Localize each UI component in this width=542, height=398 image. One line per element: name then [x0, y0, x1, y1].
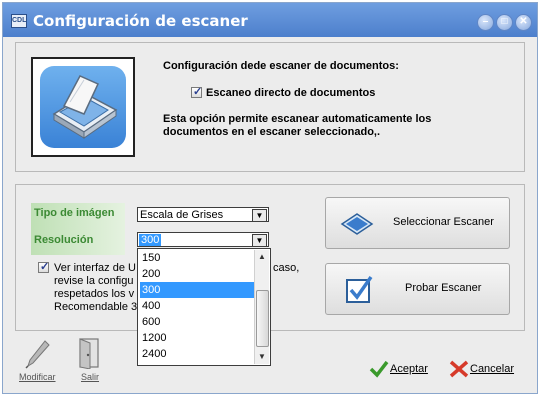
window-title: Configuración de escaner — [33, 12, 248, 30]
list-item[interactable]: 200 — [140, 266, 255, 282]
check-mark-icon: ✓ — [193, 86, 203, 98]
scanner-illustration-icon — [40, 66, 126, 148]
list-item-selected[interactable]: 300 — [140, 282, 255, 298]
list-item[interactable]: 2400 — [140, 346, 255, 362]
cancel-x-icon[interactable] — [449, 360, 469, 381]
show-ui-checkbox[interactable]: ✓ — [38, 261, 50, 273]
header-heading: Configuración dede escaner de documentos… — [163, 60, 399, 72]
scroll-down-icon[interactable]: ▼ — [255, 350, 269, 364]
resolution-value: 300 — [139, 234, 162, 246]
resolution-label: Resolución — [34, 234, 94, 246]
title-bar[interactable]: CDL Configuración de escaner – □ ✕ — [3, 3, 537, 37]
resolution-select[interactable]: 300 ▼ — [137, 232, 269, 247]
pen-icon[interactable] — [25, 339, 51, 372]
scanner-image-frame — [31, 57, 135, 157]
exit-door-icon[interactable] — [77, 337, 103, 372]
image-type-label: Tipo de imágen — [34, 207, 115, 219]
test-scanner-label: Probar Escaner — [405, 282, 482, 294]
test-scanner-button[interactable]: Probar Escaner — [325, 263, 510, 315]
chevron-down-icon[interactable]: ▼ — [252, 234, 267, 247]
scrollbar-thumb[interactable] — [256, 290, 269, 347]
check-mark-icon: ✓ — [40, 261, 50, 273]
checkbox-check-icon — [344, 274, 374, 307]
cancel-button[interactable]: Cancelar — [470, 363, 514, 375]
dropdown-scrollbar[interactable]: ▲ ▼ — [254, 250, 269, 364]
show-ui-text-line-4: Recomendable 3 — [54, 301, 138, 313]
list-item[interactable]: 600 — [140, 314, 255, 330]
image-type-select[interactable]: Escala de Grises ▼ — [137, 207, 269, 222]
exit-button[interactable]: Salir — [81, 372, 99, 382]
image-type-value: Escala de Grises — [140, 209, 224, 221]
show-ui-text-line-2: revise la configu — [54, 275, 134, 287]
chevron-down-icon[interactable]: ▼ — [252, 209, 267, 222]
description-line-1: Esta opción permite escanear automaticam… — [163, 113, 432, 125]
show-ui-text-line-3: respetados los v — [54, 288, 135, 300]
minimize-button[interactable]: – — [477, 14, 494, 31]
direct-scan-label[interactable]: Escaneo directo de documentos — [206, 87, 375, 99]
select-scanner-button[interactable]: Seleccionar Escaner — [325, 197, 510, 249]
list-item[interactable]: 1200 — [140, 330, 255, 346]
settings-labels-area: Tipo de imágen Resolución — [31, 203, 125, 255]
list-item[interactable]: 150 — [140, 250, 255, 266]
modify-button[interactable]: Modificar — [19, 372, 56, 382]
app-icon: CDL — [11, 14, 27, 28]
show-ui-text-line-1: Ver interfaz de U — [54, 262, 136, 274]
description-line-2: documentos en el escaner seleccionado,. — [163, 126, 381, 138]
select-scanner-label: Seleccionar Escaner — [393, 216, 494, 228]
close-button[interactable]: ✕ — [515, 14, 532, 31]
maximize-button[interactable]: □ — [496, 14, 513, 31]
show-ui-text-line-1-end: caso, — [273, 262, 300, 274]
resolution-dropdown-list[interactable]: 150 200 300 400 600 1200 2400 ▲ ▼ — [137, 248, 271, 366]
list-item[interactable]: 400 — [140, 298, 255, 314]
scanner-config-window: CDL Configuración de escaner – □ ✕ Confi… — [2, 2, 538, 394]
scanner-icon — [340, 210, 374, 239]
accept-check-icon[interactable] — [369, 360, 389, 381]
scroll-up-icon[interactable]: ▲ — [255, 250, 269, 264]
accept-button[interactable]: Aceptar — [390, 363, 428, 375]
direct-scan-checkbox[interactable]: ✓ — [191, 86, 203, 98]
